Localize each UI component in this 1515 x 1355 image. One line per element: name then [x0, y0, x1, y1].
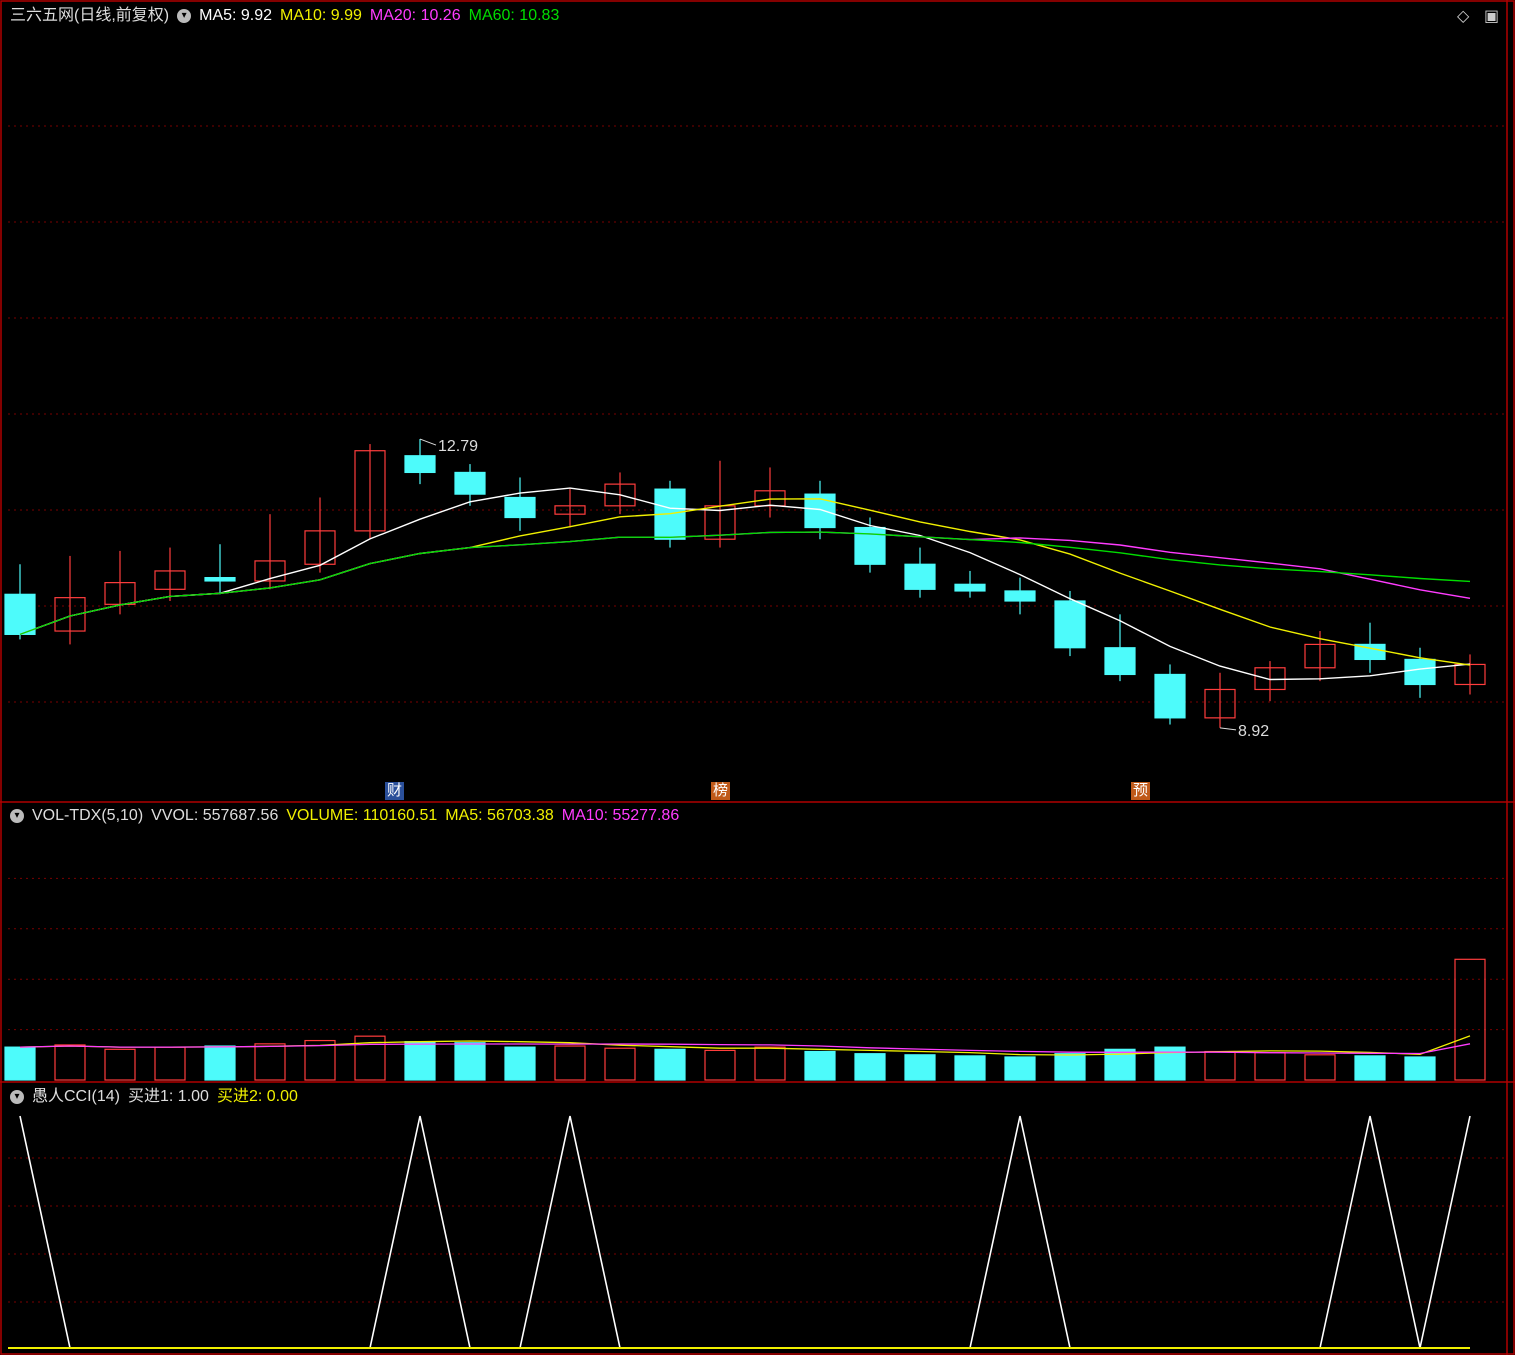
main-legend: 三六五网(日线,前复权) ▾ MA5: 9.92 MA10: 9.99 MA20: 10…: [10, 6, 567, 26]
diamond-icon[interactable]: ◇: [1457, 6, 1469, 26]
dropdown-icon[interactable]: ▾: [10, 808, 24, 823]
stock-title[interactable]: 三六五网(日线,前复权): [10, 7, 169, 24]
dropdown-icon[interactable]: ▾: [177, 8, 192, 23]
candle-body: [1404, 658, 1436, 686]
candle-body: [904, 563, 936, 590]
ma20-value: MA20: 10.26: [369, 7, 461, 24]
volume-bar: [454, 1042, 486, 1081]
marker-yu[interactable]: 预: [1131, 782, 1151, 800]
volume-bar: [404, 1041, 436, 1081]
cci-legend: ▾ 愚人CCI(14) 买进1: 1.00 买进2: 0.00: [10, 1087, 306, 1107]
volume-bar: [804, 1050, 836, 1081]
vol-indicator-name[interactable]: VOL-TDX(5,10): [32, 807, 143, 824]
volume-bar: [1454, 958, 1486, 1081]
volume-bar: [104, 1048, 136, 1081]
volume-bar: [1254, 1052, 1286, 1081]
volume-bar: [1004, 1056, 1036, 1081]
volume-bar: [1204, 1050, 1236, 1081]
volume-legend: ▾ VOL-TDX(5,10) VVOL: 557687.56 VOLUME: 110…: [10, 806, 687, 826]
ma10-line: [19, 498, 1471, 666]
ma10-value: MA10: 9.99: [280, 7, 362, 24]
chart-frame: [0, 0, 1515, 1355]
candle-body: [1054, 600, 1086, 649]
volume-bar: [304, 1039, 336, 1081]
volume-bar: [554, 1045, 586, 1081]
volume-bar: [954, 1055, 986, 1081]
buy1-value: 买进1: 1.00: [128, 1088, 209, 1105]
candle-body: [1004, 590, 1036, 602]
volume-bar: [1404, 1056, 1436, 1081]
low-price-label: 8.92: [1238, 723, 1269, 740]
volume-bar: [4, 1046, 36, 1081]
candle-body: [454, 471, 486, 495]
ma60-value: MA60: 10.83: [468, 7, 560, 24]
candle-body: [504, 496, 536, 519]
marker-cai[interactable]: 财: [385, 782, 405, 800]
volume-bar: [204, 1045, 236, 1081]
vvol-value: VVOL: 557687.56: [151, 807, 279, 824]
vol-ma5-value: MA5: 56703.38: [445, 807, 554, 824]
dropdown-icon[interactable]: ▾: [10, 1089, 24, 1104]
candle-body: [954, 583, 986, 592]
candle-body: [1154, 673, 1186, 719]
ma20-line: [19, 531, 1471, 636]
high-price-label: 12.79: [438, 438, 478, 455]
volume-bar: [704, 1049, 736, 1081]
volume-bar: [154, 1046, 186, 1081]
volume-bar: [1304, 1054, 1336, 1081]
volume-bar: [1054, 1053, 1086, 1081]
vol-ma10-value: MA10: 55277.86: [561, 807, 680, 824]
candle-body: [4, 593, 36, 635]
cci-line: [19, 1115, 1471, 1349]
volume-value: VOLUME: 110160.51: [286, 807, 438, 824]
volume-bar: [854, 1053, 886, 1081]
candle-body: [204, 577, 236, 582]
low-pointer: [1219, 727, 1237, 731]
window-icon[interactable]: ▣: [1484, 6, 1499, 26]
volume-bar: [754, 1046, 786, 1081]
ma5-value: MA5: 9.92: [199, 7, 273, 24]
volume-bar: [654, 1048, 686, 1081]
volume-bar: [1354, 1055, 1386, 1081]
volume-bar: [504, 1046, 536, 1081]
volume-bar: [54, 1044, 86, 1081]
candle-body: [1104, 647, 1136, 676]
stock-chart: 12.79 8.92: [0, 0, 1515, 1355]
high-pointer: [419, 438, 437, 446]
buy2-value: 买进2: 0.00: [216, 1088, 298, 1105]
marker-bang[interactable]: 榜: [711, 782, 731, 800]
volume-bar: [254, 1043, 286, 1081]
volume-bar: [604, 1047, 636, 1081]
ma60-line: [19, 531, 1471, 636]
cci-indicator-name[interactable]: 愚人CCI(14): [32, 1088, 120, 1105]
ma5-line: [19, 487, 1471, 681]
candle-body: [404, 455, 436, 474]
volume-bar: [904, 1054, 936, 1081]
